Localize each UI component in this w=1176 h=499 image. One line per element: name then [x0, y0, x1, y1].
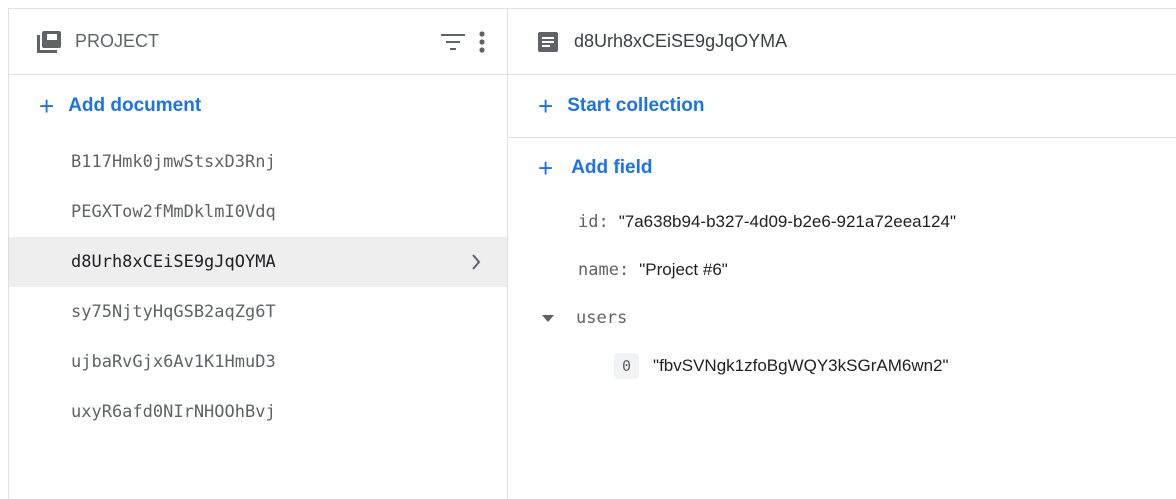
collection-panel: PROJECT + Add document B117Hmk0jmwStsxD3…	[8, 8, 508, 499]
add-document-button[interactable]: + Add document	[9, 75, 507, 137]
plus-icon: +	[39, 91, 55, 121]
field-row-name[interactable]: name: "Project #6"	[508, 246, 1176, 294]
document-icon	[538, 31, 558, 52]
field-colon: :	[618, 260, 630, 280]
more-vert-icon[interactable]	[479, 30, 485, 53]
field-row-users[interactable]: users	[508, 294, 1176, 342]
plus-icon: +	[538, 91, 554, 121]
document-id: uxyR6afd0NIrNHOOhBvj	[71, 402, 276, 422]
collection-header: PROJECT	[9, 9, 507, 75]
document-item[interactable]: B117Hmk0jmwStsxD3Rnj	[9, 137, 507, 187]
array-item-row[interactable]: 0 "fbvSVNgk1zfoBgWQY3kSGrAM6wn2"	[508, 342, 1176, 390]
field-key: users	[576, 308, 628, 328]
field-key: name	[578, 260, 619, 280]
document-item-selected[interactable]: d8Urh8xCEiSE9gJqOYMA	[9, 237, 507, 287]
firestore-viewer: PROJECT + Add document B117Hmk0jmwStsxD3…	[0, 0, 1176, 499]
field-colon: :	[598, 212, 609, 232]
document-item[interactable]: ujbaRvGjx6Av1K1HmuD3	[9, 337, 507, 387]
chevron-right-icon	[471, 254, 481, 270]
start-collection-button[interactable]: + Start collection	[508, 75, 1176, 138]
add-field-button[interactable]: + Add field	[508, 138, 1176, 198]
array-index-badge: 0	[614, 353, 640, 379]
field-key: id	[578, 212, 599, 232]
document-id: B117Hmk0jmwStsxD3Rnj	[71, 152, 276, 172]
add-field-label: Add field	[571, 157, 653, 178]
start-collection-label: Start collection	[567, 95, 705, 116]
document-list: B117Hmk0jmwStsxD3Rnj PEGXTow2fMmDklmI0Vd…	[9, 137, 507, 437]
caret-down-icon[interactable]	[542, 311, 554, 326]
add-document-label: Add document	[68, 95, 202, 116]
array-item-value: "fbvSVNgk1zfoBgWQY3kSGrAM6wn2"	[653, 356, 949, 375]
document-item[interactable]: PEGXTow2fMmDklmI0Vdq	[9, 187, 507, 237]
filter-icon[interactable]	[441, 33, 465, 50]
document-header: d8Urh8xCEiSE9gJqOYMA	[508, 9, 1176, 75]
document-id: sy75NjtyHqGSB2aqZg6T	[71, 302, 276, 322]
collection-icon	[37, 30, 61, 53]
document-panel: d8Urh8xCEiSE9gJqOYMA + Start collection …	[508, 8, 1176, 499]
collection-title: PROJECT	[75, 31, 160, 51]
field-row-id[interactable]: id: "7a638b94-b327-4d09-b2e6-921a72eea12…	[508, 198, 1176, 246]
document-item[interactable]: uxyR6afd0NIrNHOOhBvj	[9, 387, 507, 437]
plus-icon: +	[538, 153, 554, 183]
document-id: PEGXTow2fMmDklmI0Vdq	[71, 202, 276, 222]
field-value: "Project #6"	[639, 260, 728, 279]
document-id: d8Urh8xCEiSE9gJqOYMA	[71, 252, 276, 272]
field-value: "7a638b94-b327-4d09-b2e6-921a72eea124"	[618, 212, 956, 231]
document-item[interactable]: sy75NjtyHqGSB2aqZg6T	[9, 287, 507, 337]
document-title: d8Urh8xCEiSE9gJqOYMA	[574, 31, 788, 51]
document-id: ujbaRvGjx6Av1K1HmuD3	[71, 352, 276, 372]
